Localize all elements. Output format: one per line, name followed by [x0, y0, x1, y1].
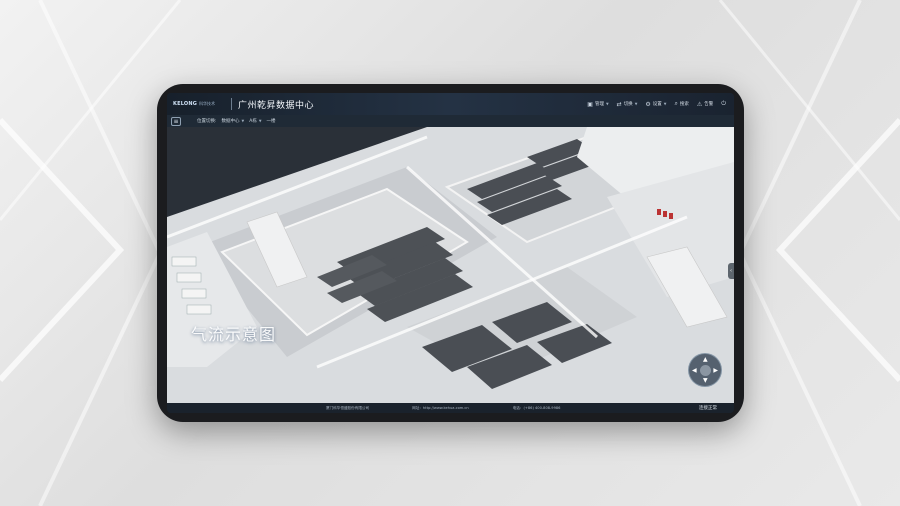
- breadcrumb-item-label: 一楼: [266, 119, 276, 124]
- settings-icon: ⚙: [645, 100, 651, 108]
- search-label: 搜索: [679, 102, 689, 107]
- switch-button[interactable]: ⇄ 切换 ▼: [617, 101, 638, 108]
- tablet-frame: KELONG 科华技术 广州乾昇数据中心 ▣ 管理 ▼ ⇄ 切换 ▼ ⚙ 设置: [157, 84, 744, 422]
- breadcrumb-datacenter[interactable]: 数据中心 ▼: [222, 118, 245, 124]
- logo-text: KELONG: [173, 101, 198, 107]
- connection-status: 连接正常: [699, 406, 717, 411]
- settings-label: 设置: [652, 102, 662, 107]
- top-bar: KELONG 科华技术 广州乾昇数据中心 ▣ 管理 ▼ ⇄ 切换 ▼ ⚙ 设置: [167, 93, 734, 115]
- navigation-pad[interactable]: ▲ ◀ ▶ ▼: [688, 353, 722, 387]
- nav-center-button[interactable]: [700, 365, 711, 376]
- chevron-down-icon: ▼: [258, 119, 262, 123]
- breadcrumb-floor[interactable]: 一楼: [267, 118, 276, 124]
- hamburger-icon: ≡: [173, 117, 179, 125]
- alert-label: 告警: [704, 102, 714, 107]
- settings-button[interactable]: ⚙ 设置 ▼: [645, 101, 666, 108]
- location-bar: ≡ 位置切换: 数据中心 ▼ A栋 ▼ 一楼: [167, 115, 734, 127]
- title-divider: [231, 98, 232, 110]
- alert-icon: ⚠: [696, 100, 703, 108]
- top-actions: ▣ 管理 ▼ ⇄ 切换 ▼ ⚙ 设置 ▼ ⌕ 搜索 ⚠ 告警 ⏻: [587, 100, 726, 108]
- airflow-diagram-title: 气流示意图: [191, 325, 277, 344]
- search-icon: ⌕: [674, 100, 678, 107]
- menu-button[interactable]: ≡: [171, 116, 181, 126]
- alert-button[interactable]: ⚠ 告警: [697, 101, 713, 108]
- footer-website[interactable]: 网址：http://www.kehua.com.cn: [412, 406, 469, 411]
- breadcrumb: 位置切换: 数据中心 ▼ A栋 ▼ 一楼: [197, 118, 276, 124]
- app-screen: KELONG 科华技术 广州乾昇数据中心 ▣ 管理 ▼ ⇄ 切换 ▼ ⚙ 设置: [167, 93, 734, 413]
- search-button[interactable]: ⌕ 搜索: [674, 100, 688, 108]
- chevron-down-icon: ▼: [241, 119, 245, 123]
- breadcrumb-item-label: 数据中心: [221, 119, 240, 124]
- monitor-icon: ▣: [587, 100, 593, 108]
- chevron-down-icon: ▼: [663, 102, 667, 106]
- footer-bar: 厦门科华恒盛股份有限公司 网址：http://www.kehua.com.cn …: [167, 403, 734, 413]
- arrow-down-icon[interactable]: ▼: [703, 377, 708, 384]
- chevron-down-icon: ▼: [634, 102, 638, 106]
- page-title: 广州乾昇数据中心: [238, 100, 315, 111]
- switch-label: 切换: [623, 102, 633, 107]
- company-logo: KELONG 科华技术: [173, 96, 225, 112]
- manage-button[interactable]: ▣ 管理 ▼: [587, 101, 608, 108]
- arrow-up-icon[interactable]: ▲: [703, 356, 708, 363]
- transfer-icon: ⇄: [616, 100, 622, 108]
- footer-company: 厦门科华恒盛股份有限公司: [326, 405, 370, 410]
- footer-phone: 电话：(+86) 400-808-9986: [512, 405, 561, 410]
- 3d-floor-view[interactable]: 气流示意图 ‹ ▲ ◀ ▶ ▼: [167, 127, 734, 403]
- power-icon: ⏻: [721, 100, 726, 107]
- floorplan-render: [167, 127, 734, 403]
- breadcrumb-item-label: A栋: [249, 119, 257, 124]
- logo-subtext: 科华技术: [199, 101, 216, 106]
- chevron-left-icon: ‹: [730, 268, 732, 274]
- arrow-right-icon[interactable]: ▶: [713, 367, 718, 374]
- side-panel-toggle[interactable]: ‹: [728, 263, 734, 279]
- manage-label: 管理: [594, 102, 604, 107]
- breadcrumb-label: 位置切换:: [197, 119, 217, 124]
- breadcrumb-building[interactable]: A栋 ▼: [249, 118, 261, 124]
- power-button[interactable]: ⏻: [721, 100, 726, 108]
- arrow-left-icon[interactable]: ◀: [692, 367, 697, 374]
- chevron-down-icon: ▼: [605, 102, 609, 106]
